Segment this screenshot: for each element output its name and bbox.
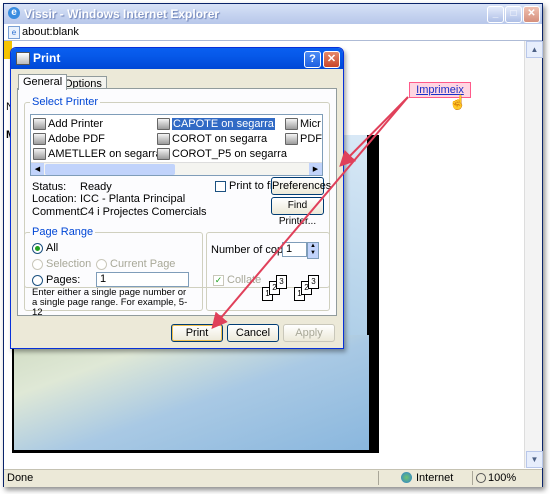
arrow-to-print-button — [211, 96, 409, 330]
tab-general[interactable]: General — [18, 74, 68, 90]
arrow-to-dialog — [339, 96, 409, 167]
annotation-arrows — [211, 96, 409, 330]
